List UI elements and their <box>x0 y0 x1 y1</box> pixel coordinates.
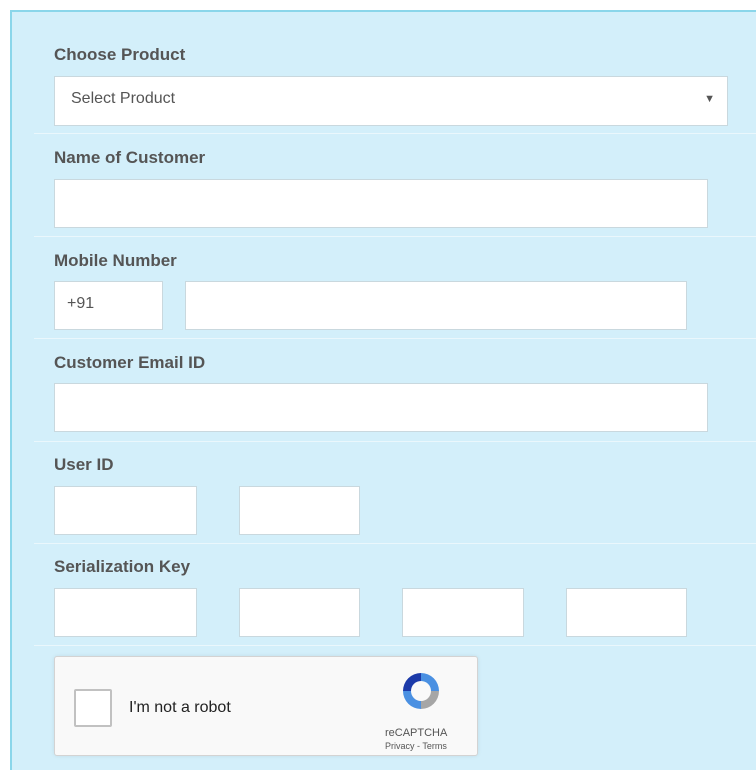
customer-name-input[interactable] <box>54 179 708 228</box>
serial-key-input-1[interactable] <box>54 588 197 637</box>
customer-email-input[interactable] <box>54 383 708 432</box>
customer-name-label: Name of Customer <box>54 148 206 167</box>
captcha-checkbox[interactable] <box>74 689 112 727</box>
serial-key-input-3[interactable] <box>402 588 524 637</box>
mobile-prefix-field[interactable]: +91 <box>54 281 163 330</box>
divider <box>34 645 756 646</box>
divider <box>34 441 756 442</box>
serial-key-input-4[interactable] <box>566 588 687 637</box>
user-id-input-1[interactable] <box>54 486 197 535</box>
choose-product-label: Choose Product <box>54 45 186 64</box>
divider <box>34 133 756 134</box>
recaptcha-widget: I'm not a robot reCAPTCHA Privacy - Term… <box>54 656 478 756</box>
product-select-value: Select Product <box>71 90 176 107</box>
recaptcha-brand: reCAPTCHA <box>385 727 448 739</box>
user-id-label: User ID <box>54 455 114 474</box>
serial-key-input-2[interactable] <box>239 588 360 637</box>
serialization-key-label: Serialization Key <box>54 557 191 576</box>
divider <box>34 236 756 237</box>
user-id-input-2[interactable] <box>239 486 360 535</box>
mobile-prefix-value: +91 <box>67 295 95 312</box>
product-select[interactable]: Select Product ▼ <box>54 76 728 126</box>
recaptcha-logo-icon <box>403 673 439 709</box>
mobile-number-input[interactable] <box>185 281 687 330</box>
customer-email-label: Customer Email ID <box>54 353 206 372</box>
mobile-number-label: Mobile Number <box>54 251 177 270</box>
captcha-label: I'm not a robot <box>129 699 231 716</box>
divider <box>34 338 756 339</box>
divider <box>34 543 756 544</box>
caret-down-icon: ▼ <box>704 93 715 105</box>
